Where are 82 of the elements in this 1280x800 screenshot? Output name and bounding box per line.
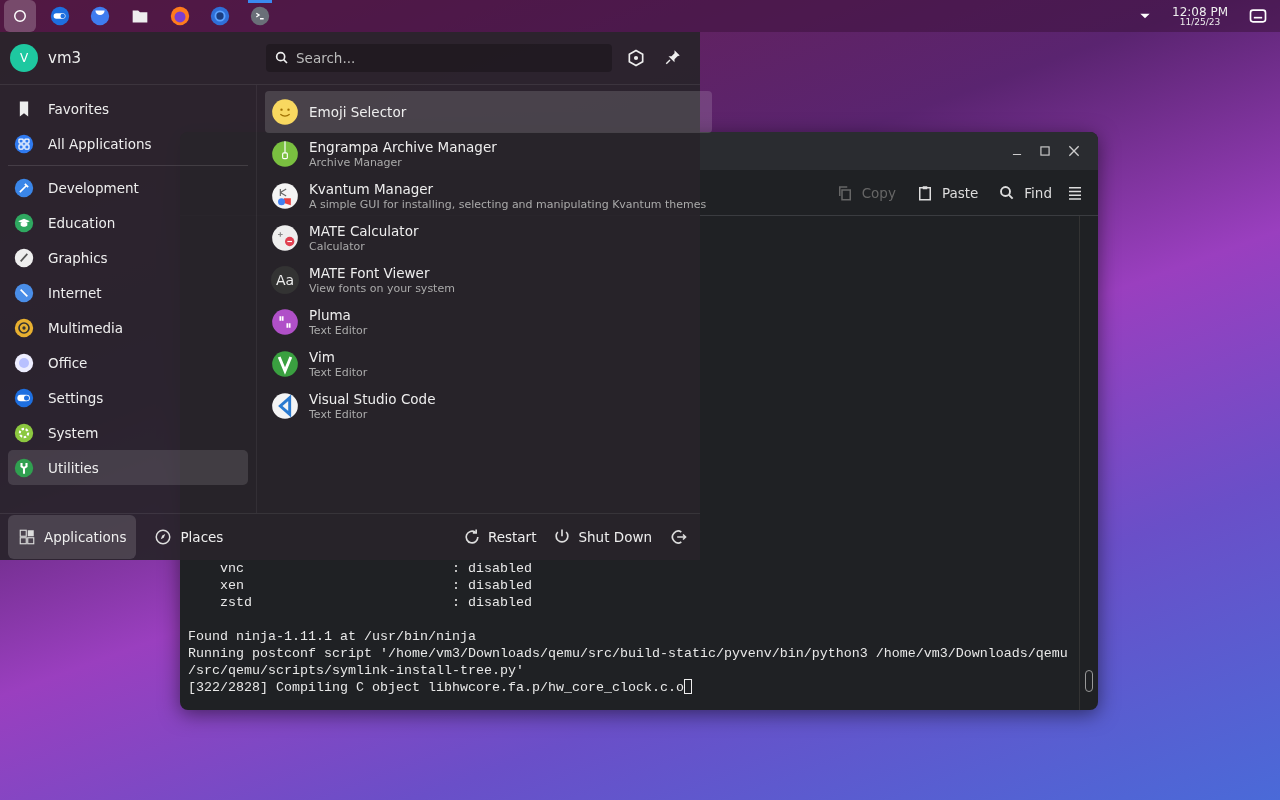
app-name: Kvantum Manager bbox=[309, 181, 435, 198]
terminal-icon bbox=[249, 5, 271, 27]
app-description: Calculator bbox=[309, 239, 366, 253]
maximize-icon[interactable] bbox=[1038, 144, 1052, 158]
display-icon[interactable] bbox=[1248, 6, 1268, 26]
category-item[interactable]: Education bbox=[8, 205, 248, 240]
wrench-icon bbox=[14, 457, 34, 478]
category-item[interactable]: Internet bbox=[8, 275, 248, 310]
restart-button[interactable]: Restart bbox=[457, 527, 541, 547]
terminal-line: [322/2828] Compiling C object libhwcore.fa.p/hw_core_clock.c.o bbox=[188, 680, 684, 695]
clock-date[interactable]: 11/25/23 bbox=[1179, 17, 1221, 27]
font-viewer-icon: Aa bbox=[271, 266, 299, 294]
app-description: A simple GUI for installing, selecting and manipulating Kvantum themes bbox=[309, 197, 707, 211]
calculator-icon bbox=[271, 224, 299, 252]
app-item[interactable]: Engrampa Archive Manager Archive Manager bbox=[265, 133, 713, 175]
app-item[interactable]: Emoji Selector bbox=[265, 91, 713, 133]
terminal-line: vnc : disabled bbox=[219, 561, 532, 576]
category-item[interactable]: Favorites bbox=[8, 91, 248, 126]
app-description: Text Editor bbox=[309, 407, 369, 421]
archive-icon bbox=[271, 140, 299, 168]
app-description: Archive Manager bbox=[309, 155, 403, 169]
terminal-line: xen : disabled bbox=[219, 578, 532, 593]
category-item[interactable]: System bbox=[8, 415, 248, 450]
terminal-line: Running postconf script '/home/vm3/Downloads/qemu/src/build-static/pyvenv/bin/python3 /home/vm3/Downloads/qemu bbox=[188, 646, 1068, 661]
category-item[interactable]: Office bbox=[8, 345, 248, 380]
app-name: Vim bbox=[309, 349, 336, 366]
quote-icon bbox=[271, 308, 299, 336]
footer-tab[interactable]: Applications bbox=[8, 515, 137, 559]
app-name: Engrampa Archive Manager bbox=[309, 139, 497, 156]
cap-icon bbox=[14, 212, 34, 233]
app-item[interactable]: Kvantum Manager A simple GUI for installing, selecting and manipulating Kvantum themes bbox=[265, 175, 713, 217]
toggle-icon bbox=[49, 5, 71, 27]
hexagon-icon[interactable] bbox=[626, 48, 646, 68]
app-name: MATE Calculator bbox=[309, 223, 419, 240]
kvantum-icon bbox=[271, 182, 299, 210]
pin-icon[interactable] bbox=[664, 48, 682, 66]
terminal-line: zstd : disabled bbox=[219, 595, 532, 610]
app-item[interactable]: Pluma Text Editor bbox=[265, 301, 713, 343]
paste-button[interactable]: Paste bbox=[909, 179, 985, 206]
fox-icon bbox=[169, 5, 191, 27]
toggle-icon bbox=[14, 387, 34, 408]
app-name: Emoji Selector bbox=[309, 103, 407, 121]
speaker-icon bbox=[14, 317, 34, 338]
find-button[interactable]: Find bbox=[992, 179, 1058, 206]
gear-icon bbox=[14, 422, 34, 443]
app-item[interactable]: MATE Calculator Calculator bbox=[265, 217, 713, 259]
app-name: MATE Font Viewer bbox=[309, 265, 431, 282]
app-description: View fonts on your system bbox=[309, 281, 455, 295]
app-name: Visual Studio Code bbox=[309, 391, 436, 408]
footer-tab[interactable]: Places bbox=[144, 515, 234, 559]
v-shape-icon bbox=[271, 350, 299, 378]
ring-icon bbox=[209, 5, 231, 27]
grid-icon bbox=[14, 133, 34, 154]
category-item[interactable]: Utilities bbox=[8, 450, 248, 485]
app-description: Text Editor bbox=[309, 365, 368, 379]
launcher-button[interactable] bbox=[4, 0, 36, 32]
terminal-line: /src/qemu/scripts/symlink-install-tree.py' bbox=[188, 663, 524, 678]
bubble-icon bbox=[89, 5, 111, 27]
category-item[interactable]: Graphics bbox=[8, 240, 248, 275]
app-item[interactable]: Aa MATE Font Viewer View fonts on your system bbox=[265, 259, 713, 301]
category-item[interactable]: All Applications bbox=[8, 126, 248, 161]
category-item[interactable]: Settings bbox=[8, 380, 248, 415]
logout-icon[interactable] bbox=[668, 527, 688, 547]
circle-icon bbox=[11, 7, 29, 25]
app-description: Text Editor bbox=[309, 323, 368, 337]
app-item[interactable]: Vim Text Editor bbox=[265, 343, 713, 385]
smiley-icon bbox=[271, 98, 299, 126]
user-avatar: V bbox=[10, 44, 38, 72]
app-name: Pluma bbox=[309, 307, 352, 324]
user-name: vm3 bbox=[48, 49, 82, 67]
clock-time[interactable]: 12:08 PM bbox=[1172, 5, 1228, 18]
hammer-icon bbox=[14, 177, 34, 198]
app-item[interactable]: Visual Studio Code Text Editor bbox=[265, 385, 713, 427]
terminal-line: Found ninja-1.11.1 at /usr/bin/ninja bbox=[188, 629, 476, 644]
grid-icon bbox=[18, 528, 36, 546]
search-icon bbox=[274, 50, 290, 66]
close-icon[interactable] bbox=[1066, 143, 1082, 159]
category-item[interactable]: Development bbox=[8, 170, 248, 205]
category-item[interactable]: Multimedia bbox=[8, 310, 248, 345]
compass-icon bbox=[154, 528, 173, 546]
shutdown-button[interactable]: Shut Down bbox=[548, 527, 656, 547]
chevron-logo-icon bbox=[271, 392, 299, 420]
